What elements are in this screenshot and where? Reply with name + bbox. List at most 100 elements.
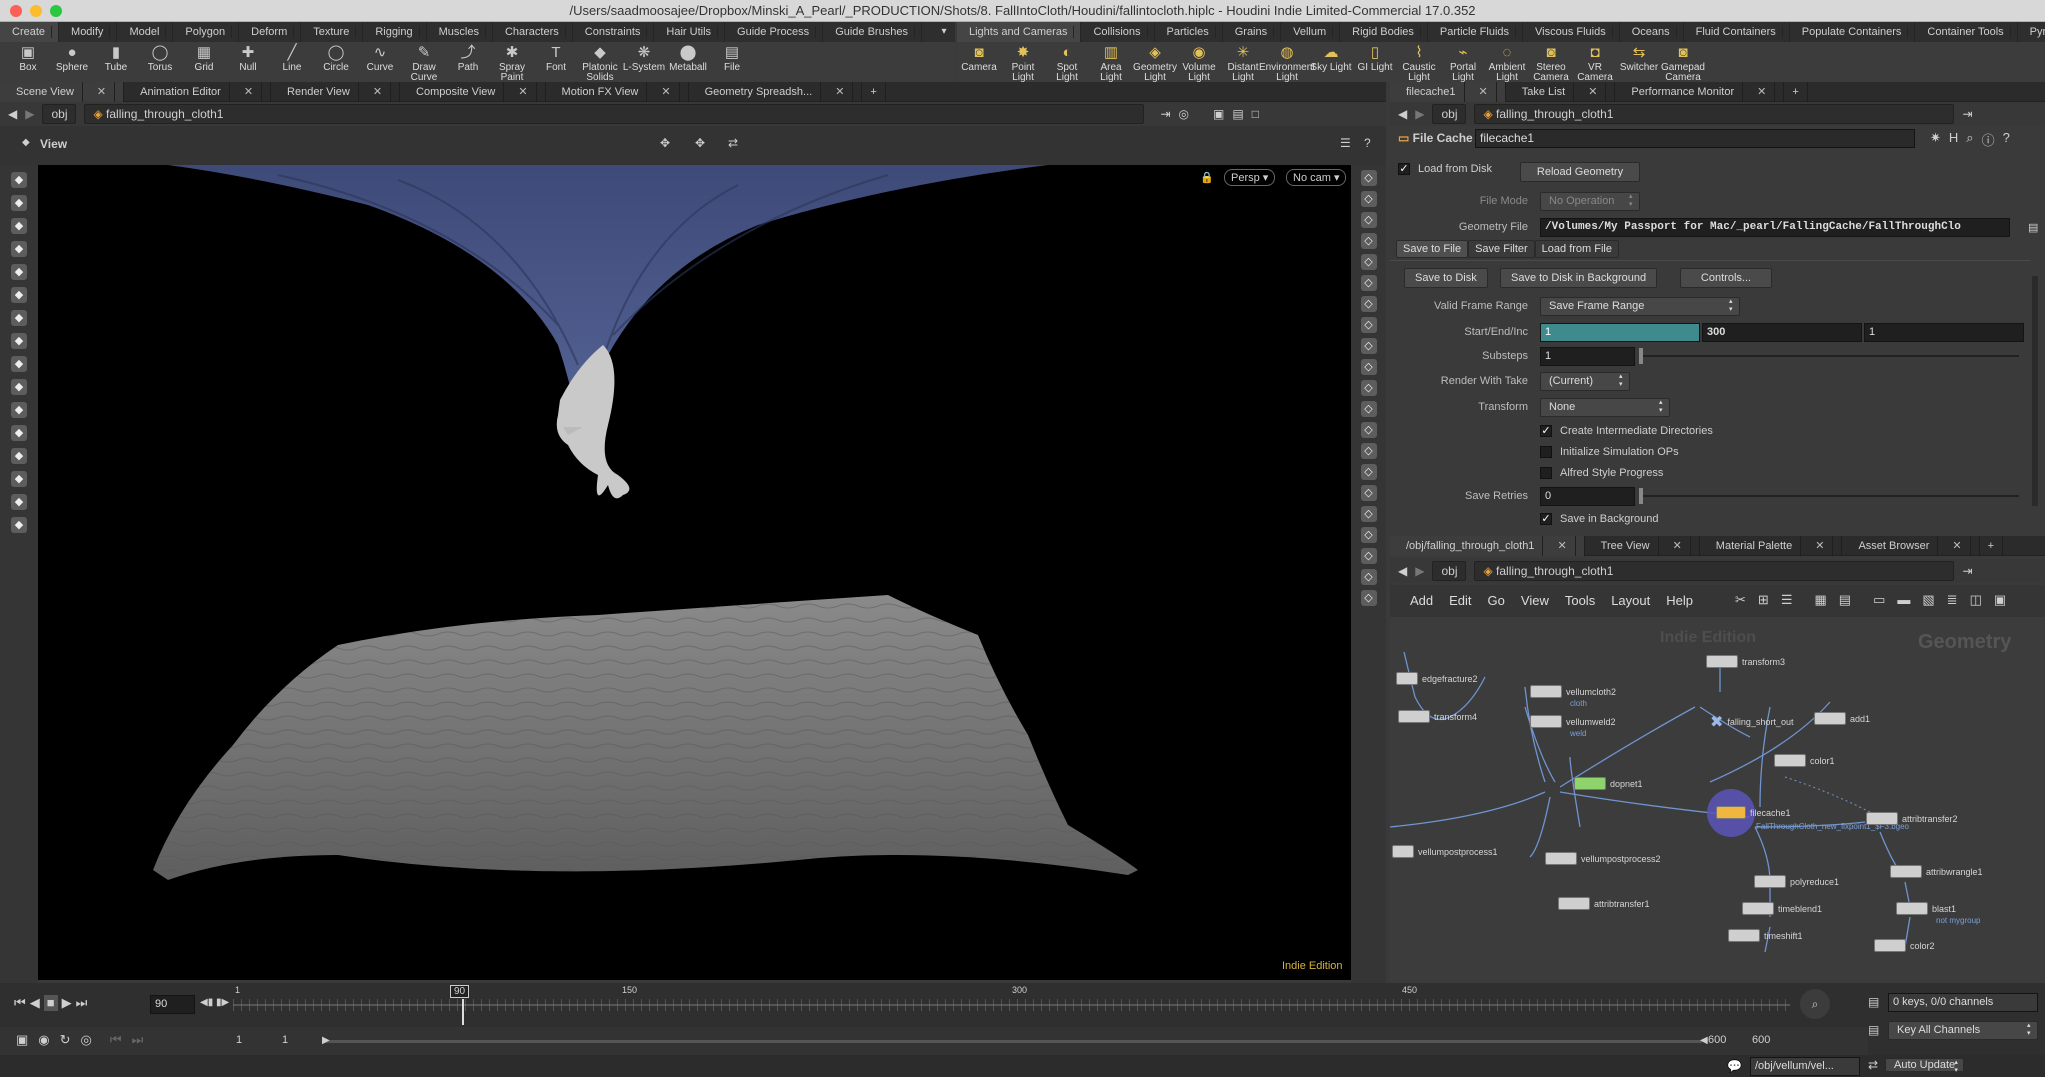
network-menu-item[interactable]: Add [1410, 593, 1433, 608]
render-with-take-select[interactable]: (Current) [1540, 371, 1630, 391]
end-frame-field[interactable]: 300 [1702, 322, 1862, 342]
playhead-marker[interactable]: 90 [450, 985, 470, 998]
shelf-tool-spray-paint[interactable]: ✱ Spray Paint [490, 42, 534, 83]
node-box[interactable] [1896, 902, 1928, 915]
note-icon[interactable]: ▭ [1873, 592, 1885, 608]
node-box[interactable] [1742, 902, 1774, 915]
shelf-tab-10[interactable]: Populate Containers [1790, 22, 1916, 42]
console-icon[interactable]: 💬 [1727, 1059, 1742, 1073]
handle-tool-icon[interactable]: ✥ [660, 136, 670, 150]
subtab-2[interactable]: Load from File [1534, 240, 1619, 258]
retries-slider[interactable] [1639, 488, 2019, 504]
param-tab-1[interactable]: Take List ✕ [1506, 81, 1616, 102]
shelf-tab-0[interactable]: Lights and Cameras [957, 22, 1082, 42]
shelf-tool-sky-light[interactable]: ☁ Sky Light [1309, 42, 1353, 82]
file-mode-select[interactable]: No Operation [1540, 191, 1640, 211]
node-color2[interactable]: color2 [1874, 939, 1935, 952]
node-attribwrangle1[interactable]: attribwrangle1 [1890, 865, 1983, 878]
paint-icon[interactable]: ◆ [11, 425, 27, 441]
network-tab-0[interactable]: /obj/falling_through_cloth1 ✕ [1390, 535, 1585, 556]
stop-icon[interactable]: ■ [43, 995, 58, 1011]
particles-icon[interactable]: ◇ [1360, 401, 1377, 417]
magnet-icon[interactable]: ◆ [11, 379, 27, 395]
init-sim-checkbox[interactable] [1540, 446, 1552, 458]
scene-tab-1[interactable]: Animation Editor ✕ [124, 81, 272, 102]
scene-tab-5[interactable]: Geometry Spreadsh... ✕ [689, 81, 863, 102]
node-box[interactable] [1574, 777, 1606, 790]
snapshot-icon[interactable]: ▣ [1994, 592, 2006, 608]
node-add1[interactable]: add1 [1814, 712, 1870, 725]
lock-camera-icon[interactable]: 🔒 [1200, 171, 1214, 184]
pin-icon[interactable]: ⇥ [1962, 564, 1972, 578]
shelf-tool-volume-light[interactable]: ◉ Volume Light [1177, 42, 1221, 83]
node-dopnet1[interactable]: dopnet1 [1574, 777, 1643, 790]
back-arrow-icon[interactable]: ◀ [1398, 107, 1407, 121]
range-start-visible-field[interactable]: 1 [282, 1034, 288, 1046]
shelf-tool-area-light[interactable]: ▥ Area Light [1089, 42, 1133, 83]
node-box[interactable] [1874, 939, 1906, 952]
node-attribtransfer2[interactable]: attribtransfer2 [1866, 812, 1958, 825]
layout-icon-3[interactable]: □ [1252, 107, 1259, 121]
layout-icon[interactable]: ▣ [1213, 107, 1224, 121]
help-icon[interactable]: ? [1364, 136, 1371, 150]
image-icon[interactable]: ▧ [1922, 592, 1934, 608]
link-icon[interactable]: ◎ [1179, 107, 1189, 121]
op-name-field[interactable]: filecache1 [1475, 129, 1915, 148]
shelf-menu-icon[interactable]: ▾ [933, 22, 955, 42]
scene-tab-2[interactable]: Render View ✕ [271, 81, 401, 102]
network-menu-item[interactable]: Tools [1565, 593, 1595, 608]
gear-icon[interactable]: ✷ [1930, 130, 1941, 149]
range-start-field[interactable]: 1 [236, 1034, 242, 1046]
start-frame-field[interactable]: 1 [1540, 322, 1700, 342]
shelf-tool-grid[interactable]: ▦ Grid [182, 42, 226, 82]
shelf-tool-stereo-camera[interactable]: ◙ Stereo Camera [1529, 42, 1573, 83]
create-dirs-toggle[interactable]: ✓ Create Intermediate Directories [1540, 425, 1713, 437]
cook-icon[interactable]: ⇄ [1868, 1058, 1878, 1072]
ghost-icon[interactable]: ◇ [1360, 275, 1377, 291]
shelf-tab-4[interactable]: Deform [239, 22, 302, 42]
alfred-checkbox[interactable] [1540, 467, 1552, 479]
node-box[interactable] [1392, 845, 1414, 858]
scene-tab-4[interactable]: Motion FX View ✕ [546, 81, 689, 102]
sticky-icon[interactable]: ▬ [1897, 592, 1910, 608]
info-icon[interactable]: ⓘ [1982, 130, 1995, 149]
valid-frame-range-select[interactable]: Save Frame Range [1540, 296, 1740, 316]
node-box[interactable] [1398, 710, 1430, 723]
auto-update-select[interactable]: Auto Update [1885, 1058, 1965, 1072]
shelf-tool-tube[interactable]: ▮ Tube [94, 42, 138, 82]
node-falling-short-out[interactable]: ✖ falling_short_out [1710, 712, 1793, 732]
close-tab-icon[interactable]: ✕ [89, 81, 116, 102]
close-tab-icon[interactable]: ✕ [653, 81, 680, 102]
node-transform3[interactable]: transform3 [1706, 655, 1785, 668]
shelf-tab-11[interactable]: Container Tools [1915, 22, 2018, 42]
key-all-channels-button[interactable]: Key All Channels [1888, 1021, 2038, 1040]
text-abc-icon[interactable]: ◇ [1360, 506, 1377, 522]
viewer-menu-icon[interactable]: ◆ [22, 137, 30, 148]
node-box[interactable] [1890, 865, 1922, 878]
shelf-tab-12[interactable]: Guide Brushes [823, 22, 922, 42]
vector-icon[interactable]: ◇ [1360, 422, 1377, 438]
node-timeshift1[interactable]: timeshift1 [1728, 929, 1803, 942]
hide-icon[interactable]: ◇ [1360, 296, 1377, 312]
pose-tool-icon[interactable]: ◆ [11, 310, 27, 326]
shelf-tool-null[interactable]: ✚ Null [226, 42, 270, 82]
key-icon[interactable]: ▤ [1868, 1023, 1879, 1037]
node-timeblend1[interactable]: timeblend1 [1742, 902, 1822, 915]
substeps-field[interactable]: 1 [1540, 346, 1635, 366]
node-box[interactable] [1530, 685, 1562, 698]
current-frame-field[interactable]: 90 [150, 995, 195, 1014]
normals-icon[interactable]: ◇ [1360, 233, 1377, 249]
node-box[interactable] [1716, 806, 1746, 819]
jump-start-icon[interactable]: ⏮ [14, 995, 26, 1011]
shelf-tab-8[interactable]: Characters [493, 22, 573, 42]
shelf-tool-sphere[interactable]: ● Sphere [50, 42, 94, 82]
shelf-tool-font[interactable]: T Font [534, 42, 578, 82]
shelf-tool-camera[interactable]: ◙ Camera [957, 42, 1001, 82]
shelf-tab-1[interactable]: Modify [59, 22, 118, 42]
shelf-tab-12[interactable]: Pyro FX [2018, 22, 2045, 42]
network-menu-item[interactable]: View [1521, 593, 1549, 608]
shelf-tool-switcher[interactable]: ⇆ Switcher [1617, 42, 1661, 82]
shelf-tab-8[interactable]: Oceans [1620, 22, 1684, 42]
shading-icon[interactable]: ◇ [1360, 170, 1377, 186]
slider-handle[interactable] [1639, 348, 1643, 364]
